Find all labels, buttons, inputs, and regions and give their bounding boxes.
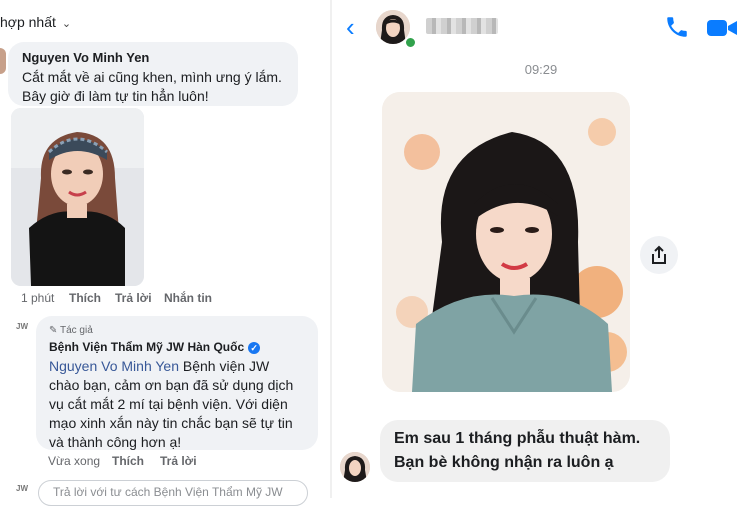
message-photo[interactable] [382,92,630,392]
reply-input[interactable]: Trả lời với tư cách Bệnh Viện Thẩm Mỹ JW [38,480,308,506]
reply-text-line: vụ cắt mắt 2 mí tại bệnh viện. Với diện [49,396,288,412]
comment-time: 1 phút [21,291,55,305]
author-badge: ✎ Tác giả [49,325,93,336]
message-button[interactable]: Nhắn tin [164,291,212,305]
jw-logo[interactable]: JW [16,322,28,331]
like-button[interactable]: Thích [112,454,144,468]
pencil-icon: ✎ [49,325,60,336]
reply-time: Vừa xong [48,454,101,468]
comment-bubble: Nguyen Vo Minh Yen Cắt mắt về ai cũng kh… [8,42,298,106]
sort-label: hợp nhất [0,14,56,30]
chevron-down-icon: ⌄ [61,18,72,30]
comment-photo[interactable] [11,108,144,286]
page-name[interactable]: Bệnh Viện Thẩm Mỹ JW Hàn Quốc ✓ [49,340,261,354]
contact-name-blurred[interactable] [426,18,498,34]
comment-text-line: Cắt mắt về ai cũng khen, mình ưng ý lắm. [22,69,282,85]
reply-button[interactable]: Trả lời [115,291,152,305]
phone-call-icon[interactable] [664,14,690,40]
video-call-icon[interactable] [706,17,738,39]
message-timestamp: 09:29 [524,62,558,77]
verified-icon: ✓ [248,341,261,354]
message-bubble: Em sau 1 tháng phẫu thuật hàm. Bạn bè kh… [380,420,670,482]
message-text-line: Em sau 1 tháng phẫu thuật hàm. [394,430,641,447]
online-status-dot [404,36,417,49]
comment-sort-dropdown[interactable]: hợp nhất ⌄ [0,14,71,30]
reply-text-line: và thành công hơn ạ! [49,434,182,450]
share-icon [652,245,666,264]
comment-actions: 1 phút Thích Trả lời Nhắn tin [0,291,330,307]
comment-author[interactable]: Nguyen Vo Minh Yen [22,50,149,65]
mention-link[interactable]: Nguyen Vo Minh Yen [49,358,179,374]
reply-text-line: chào bạn, cảm ơn bạn đã sử dụng dịch [49,377,294,393]
like-button[interactable]: Thích [69,291,101,305]
messenger-panel: ‹ 09:29 Em sau 1 tháng phẫu thuật hàm. B… [332,0,750,498]
sender-avatar[interactable] [340,452,370,482]
message-text-line: Bạn bè không nhận ra luôn ạ [394,454,614,471]
reply-text-line: mạo xinh xắn này tin chắc bạn sẽ tự tin [49,415,293,431]
back-chevron-icon[interactable]: ‹ [346,14,355,40]
comment-text-line: Bây giờ đi làm tự tin hẳn luôn! [22,88,209,104]
page-name-label: Bệnh Viện Thẩm Mỹ JW Hàn Quốc [49,340,245,354]
author-badge-label: Tác giả [59,325,93,336]
reply-actions: Vừa xong Thích Trả lời [0,454,330,470]
page-reply-bubble: ✎ Tác giả Bệnh Viện Thẩm Mỹ JW Hàn Quốc ✓… [36,316,318,450]
reply-text-rest: Bệnh viện JW [179,358,270,374]
facebook-comments-panel: hợp nhất ⌄ Nguyen Vo Minh Yen Cắt mắt về … [0,0,330,506]
share-button[interactable] [640,236,678,274]
reply-text-line: Nguyen Vo Minh Yen Bệnh viện JW [49,358,269,374]
reply-button[interactable]: Trả lời [160,454,197,468]
jw-logo[interactable]: JW [16,484,28,493]
commenter-avatar[interactable] [0,48,6,74]
